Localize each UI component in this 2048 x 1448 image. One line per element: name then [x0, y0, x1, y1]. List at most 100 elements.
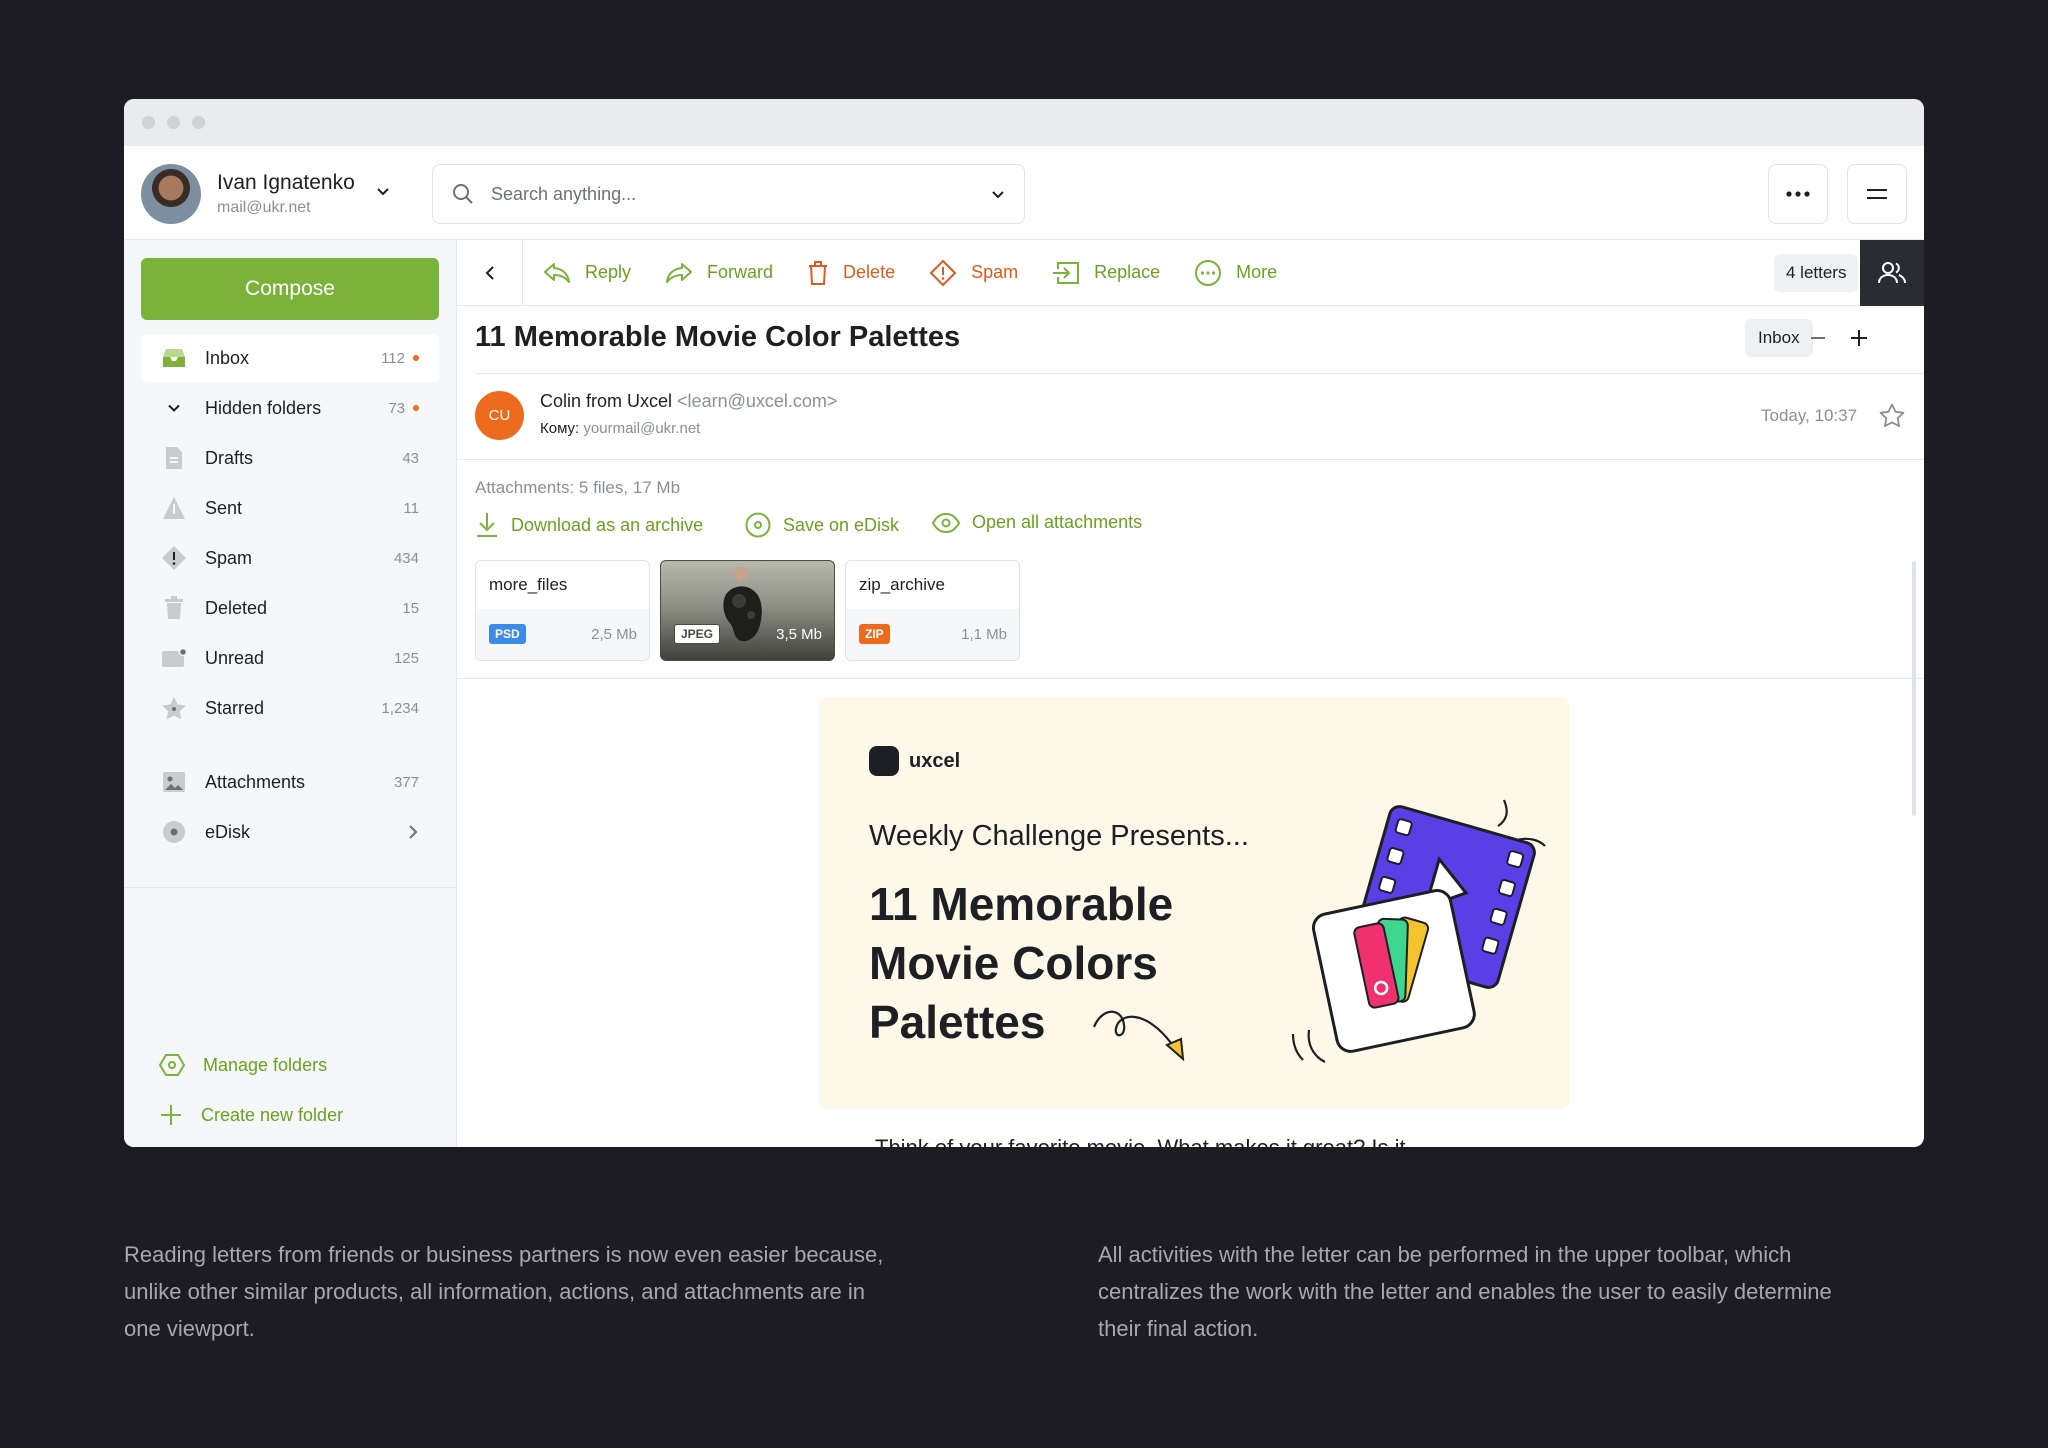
- sidebar-item-deleted[interactable]: Deleted 15: [141, 584, 439, 632]
- sidebar-item-sent[interactable]: Sent 11: [141, 484, 439, 532]
- plus-icon: [161, 1105, 181, 1125]
- folder-count: 125: [393, 649, 419, 667]
- file-type-badge: JPEG: [674, 624, 721, 644]
- unread-dot: [413, 355, 419, 361]
- email-body-preview: Think of your favorite movie. What makes…: [875, 1135, 1406, 1147]
- more-actions-button[interactable]: More: [1194, 259, 1277, 287]
- sidebar: Compose Inbox 112 Hidden folders 73 Draf…: [124, 240, 457, 1147]
- search-input[interactable]: [491, 183, 990, 205]
- attachment-card-zip[interactable]: zip_archive ZIP 1,1 Mb: [845, 560, 1020, 661]
- trash-icon: [809, 260, 828, 285]
- user-switcher[interactable]: Ivan Ignatenko mail@ukr.net: [141, 164, 391, 224]
- menu-button[interactable]: [1847, 164, 1907, 224]
- create-folder-link[interactable]: Create new folder: [159, 1103, 343, 1127]
- sidebar-item-inbox[interactable]: Inbox 112: [141, 334, 439, 382]
- download-archive-link[interactable]: Download as an archive: [475, 512, 703, 538]
- folder-count: 377: [393, 773, 419, 791]
- film-palette-illustration: [1291, 799, 1546, 1063]
- save-edisk-link[interactable]: Save on eDisk: [745, 512, 899, 538]
- eye-icon: [932, 512, 960, 533]
- folder-count: 73: [388, 399, 405, 417]
- image-icon: [159, 771, 189, 793]
- recipient-line: Кому: yourmail@ukr.net: [540, 420, 700, 437]
- message-toolbar: Reply Forward Delete Spam Replace More 4…: [457, 239, 1924, 306]
- chevron-down-icon[interactable]: [990, 186, 1006, 202]
- to-label: Кому:: [540, 420, 580, 437]
- window-close-dot[interactable]: [142, 116, 155, 129]
- search-icon: [453, 184, 473, 204]
- back-button[interactable]: [457, 239, 523, 306]
- inbox-icon: [159, 347, 189, 369]
- search-box[interactable]: [432, 164, 1025, 224]
- forward-icon: [666, 262, 693, 283]
- users-icon: [1878, 262, 1906, 284]
- send-icon: [159, 496, 189, 520]
- chevron-down-icon[interactable]: [375, 183, 391, 199]
- file-type-badge: ZIP: [859, 624, 890, 644]
- contacts-panel-button[interactable]: [1860, 240, 1924, 306]
- banner-title: 11 Memorable Movie Colors Palettes: [869, 878, 1174, 1048]
- sender-line: Colin from Uxcel <learn@uxcel.com>: [540, 391, 837, 412]
- attachment-name: more_files: [489, 575, 568, 594]
- mail-window: Ivan Ignatenko mail@ukr.net Compose Inbo…: [124, 99, 1924, 1147]
- delete-button[interactable]: Delete: [807, 260, 895, 286]
- sender-name[interactable]: Colin from Uxcel: [540, 391, 672, 411]
- caption-right: All activities with the letter can be pe…: [1098, 1242, 1832, 1341]
- replace-button[interactable]: Replace: [1052, 261, 1160, 285]
- more-circle-icon: [1195, 259, 1222, 286]
- sidebar-item-spam[interactable]: Spam 434: [141, 534, 439, 582]
- subject-divider: [475, 373, 1924, 374]
- sender-avatar[interactable]: CU: [475, 391, 524, 440]
- collapse-minus-icon[interactable]: [1810, 330, 1826, 346]
- unread-mail-icon: [159, 648, 189, 668]
- message-scrollbar[interactable]: [1912, 561, 1916, 816]
- window-maximize-dot[interactable]: [192, 116, 205, 129]
- sidebar-item-attachments[interactable]: Attachments 377: [141, 758, 439, 806]
- uxcel-logo: uxcel: [869, 746, 960, 776]
- chevron-right-icon[interactable]: [407, 824, 419, 840]
- star-icon: [159, 696, 189, 720]
- disk-icon: [745, 512, 771, 538]
- chevron-left-icon: [485, 265, 494, 280]
- ellipsis-icon: [1786, 191, 1810, 197]
- spam-button[interactable]: Spam: [929, 259, 1018, 287]
- more-options-button[interactable]: [1768, 164, 1828, 224]
- email-banner: uxcel Weekly Challenge Presents... 11 Me…: [819, 697, 1569, 1109]
- window-minimize-dot[interactable]: [167, 116, 180, 129]
- file-type-badge: PSD: [489, 624, 526, 644]
- folder-tag[interactable]: Inbox: [1745, 319, 1813, 357]
- sender-divider: [457, 459, 1924, 460]
- attachment-card-psd[interactable]: more_files PSD 2,5 Mb: [475, 560, 650, 661]
- attachment-card-jpeg[interactable]: JPEG 3,5 Mb: [660, 560, 835, 661]
- folder-count: 434: [393, 549, 419, 567]
- user-email: mail@ukr.net: [217, 199, 311, 216]
- open-attachments-link[interactable]: Open all attachments: [932, 512, 1142, 533]
- compose-button[interactable]: Compose: [141, 258, 439, 320]
- email-date: Today, 10:37: [1761, 406, 1858, 425]
- sidebar-item-starred[interactable]: Starred 1,234: [141, 684, 439, 732]
- sidebar-divider: [124, 887, 457, 888]
- folder-count: 1,234: [381, 699, 419, 717]
- app-header: Ivan Ignatenko mail@ukr.net: [124, 146, 1924, 240]
- sender-email[interactable]: <learn@uxcel.com>: [677, 391, 837, 411]
- caption-left: Reading letters from friends or business…: [124, 1242, 884, 1341]
- manage-folders-link[interactable]: Manage folders: [159, 1053, 327, 1077]
- letters-count-badge: 4 letters: [1774, 254, 1859, 292]
- unread-dot: [413, 405, 419, 411]
- sidebar-item-unread[interactable]: Unread 125: [141, 634, 439, 682]
- star-outline-icon[interactable]: [1879, 403, 1905, 427]
- warning-diamond-icon: [929, 259, 957, 286]
- sidebar-item-hidden-folders[interactable]: Hidden folders 73: [141, 384, 439, 432]
- user-name: Ivan Ignatenko: [217, 171, 355, 194]
- sidebar-item-drafts[interactable]: Drafts 43: [141, 434, 439, 482]
- attachment-size: 2,5 Mb: [591, 626, 637, 643]
- expand-plus-icon[interactable]: [1850, 329, 1868, 347]
- chevron-down-icon[interactable]: [159, 401, 189, 415]
- forward-button[interactable]: Forward: [665, 261, 773, 285]
- reply-button[interactable]: Reply: [543, 261, 631, 285]
- avatar: [141, 164, 201, 224]
- email-subject: 11 Memorable Movie Color Palettes: [475, 321, 961, 353]
- folder-count: 112: [381, 349, 405, 367]
- sidebar-item-edisk[interactable]: eDisk: [141, 808, 439, 856]
- doodle-arrow-icon: [1092, 1010, 1185, 1062]
